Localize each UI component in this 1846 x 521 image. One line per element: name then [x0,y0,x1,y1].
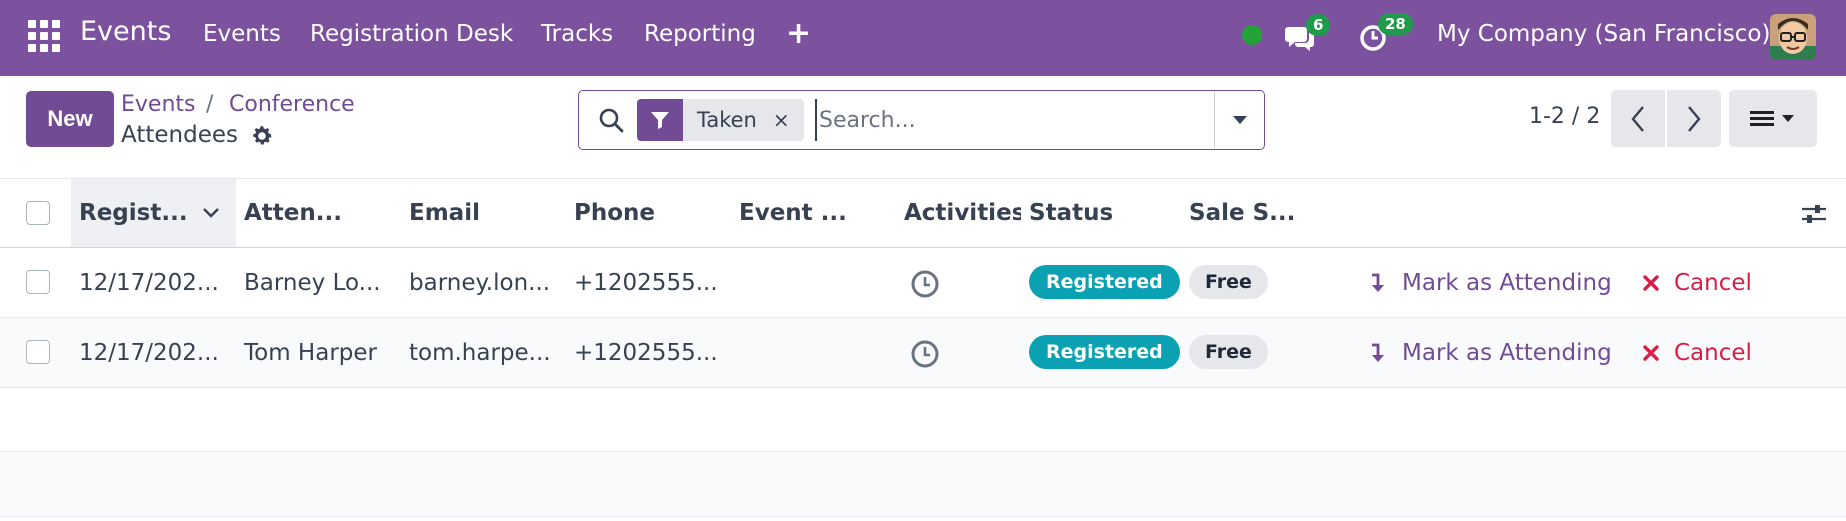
column-sale-status[interactable]: Sale S... [1181,179,1331,247]
status-online-dot [1242,25,1262,45]
search-icon[interactable] [597,106,625,134]
cancel-button[interactable]: Cancel [1642,334,1752,372]
new-button[interactable]: New [26,91,114,147]
column-email[interactable]: Email [401,179,566,247]
avatar[interactable] [1770,14,1816,60]
breadcrumb-separator: / [206,92,214,117]
list-view-button[interactable] [1729,90,1817,147]
menu-tracks[interactable]: Tracks [541,21,613,47]
cell-registration-date: 12/17/202... [79,269,219,296]
cross-icon [1643,345,1659,361]
pager-value[interactable]: 1-2 / 2 [1529,104,1600,129]
plus-icon[interactable]: + [786,16,811,51]
list-view-icon [1750,110,1794,126]
table-row[interactable]: 12/17/202... Barney Lo... barney.lon... … [0,248,1846,318]
search-input[interactable] [815,99,1195,141]
status-badge: Registered [1029,265,1180,299]
activity-clock-icon[interactable] [909,268,941,300]
pager-next-button[interactable] [1667,90,1721,147]
column-registration-date[interactable]: Regist... [71,179,236,247]
search-options-toggle[interactable] [1214,91,1264,148]
cell-attendee: Barney Lo... [244,269,381,296]
column-settings-icon[interactable] [1800,201,1828,227]
sale-status-badge: Free [1189,335,1268,369]
column-phone[interactable]: Phone [566,179,731,247]
select-all-checkbox[interactable] [26,201,50,225]
cell-phone: +1202555... [574,269,718,296]
activity-clock-icon[interactable] [909,338,941,370]
arrow-down-icon [1372,273,1384,292]
search-facet: Taken × [637,99,804,141]
caret-down-icon [1232,115,1247,124]
facet-remove-button[interactable]: × [773,108,790,132]
arrow-down-icon [1372,343,1384,362]
status-badge: Registered [1029,335,1180,369]
activities-count-badge: 28 [1378,13,1413,35]
cell-registration-date: 12/17/202... [79,339,219,366]
chevron-right-icon [1688,105,1701,132]
search-bar: Taken × [578,90,1265,150]
messages-count-badge: 6 [1306,14,1331,36]
menu-events[interactable]: Events [203,21,281,47]
cross-icon [1643,275,1659,291]
pager-previous-button[interactable] [1611,90,1665,147]
cell-event [731,248,896,317]
cell-phone: +1202555... [574,339,718,366]
table-row[interactable]: 12/17/202... Tom Harper tom.harpe... +12… [0,318,1846,388]
cancel-button[interactable]: Cancel [1642,264,1752,302]
column-attendee[interactable]: Atten... [236,179,401,247]
facet-value: Taken [697,108,757,132]
cell-event [731,318,896,387]
user-avatar-icon [1770,14,1816,60]
gear-icon[interactable] [250,124,274,148]
row-checkbox[interactable] [26,270,50,294]
cell-attendee: Tom Harper [244,339,377,366]
sort-chevron-icon [202,208,219,218]
activities-button[interactable]: 28 [1358,13,1413,53]
menu-reporting[interactable]: Reporting [644,21,756,47]
cell-email: tom.harpe... [409,339,551,366]
apps-grid-icon[interactable] [26,18,60,52]
company-switcher[interactable]: My Company (San Francisco) [1437,21,1770,47]
sale-status-badge: Free [1189,265,1268,299]
app-brand[interactable]: Events [80,16,171,47]
menu-registration-desk[interactable]: Registration Desk [310,21,513,47]
list-empty-area [0,451,1846,517]
breadcrumb-conference[interactable]: Conference [229,92,355,117]
filter-icon [651,112,669,129]
mark-as-attending-button[interactable]: Mark as Attending [1368,264,1612,302]
page-title: Attendees [121,122,238,148]
column-status[interactable]: Status [1021,179,1181,247]
column-activities[interactable]: Activities [896,179,1021,247]
top-navbar: Events Events Registration Desk Tracks R… [0,0,1846,76]
cell-email: barney.lon... [409,269,551,296]
column-event[interactable]: Event ... [731,179,896,247]
chevron-left-icon [1631,105,1644,132]
row-checkbox[interactable] [26,340,50,364]
mark-as-attending-button[interactable]: Mark as Attending [1368,334,1612,372]
breadcrumb-events[interactable]: Events [121,92,196,117]
list-header: Regist... Atten... Email Phone Event ...… [0,178,1846,248]
messages-button[interactable]: 6 [1284,14,1331,52]
